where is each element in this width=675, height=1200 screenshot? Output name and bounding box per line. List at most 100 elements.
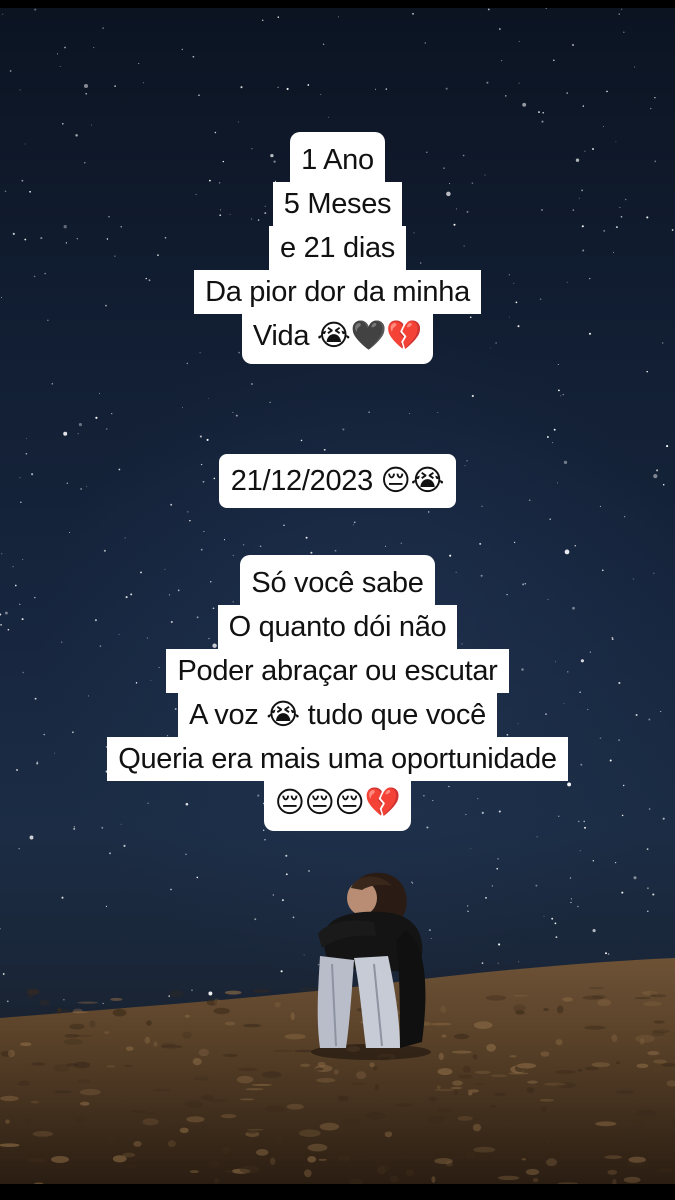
sand-speck <box>26 988 40 996</box>
sand-speck <box>394 1103 414 1107</box>
sand-speck <box>615 1061 621 1065</box>
star <box>181 48 183 51</box>
sand-speck <box>546 1158 557 1167</box>
sand-speck <box>635 1109 658 1118</box>
sand-speck <box>377 1166 387 1175</box>
star <box>281 899 284 902</box>
sand-speck <box>634 996 652 1000</box>
star <box>105 905 108 908</box>
sand-speck <box>224 990 242 995</box>
star <box>0 928 1 930</box>
sand-speck <box>270 1157 276 1165</box>
star <box>633 876 637 880</box>
sand-speck <box>337 1095 349 1102</box>
sand-speck <box>5 1119 10 1124</box>
sand-speck <box>453 1090 458 1096</box>
sand-speck <box>633 1119 646 1126</box>
sand-speck <box>607 1137 629 1141</box>
sand-speck <box>450 1086 463 1090</box>
sand-speck <box>223 1053 238 1058</box>
sand-speck <box>0 1143 20 1147</box>
sand-speck <box>556 1005 564 1014</box>
sand-speck <box>515 1010 525 1015</box>
sand-speck <box>341 1119 360 1126</box>
sand-speck <box>473 1021 493 1029</box>
star <box>479 542 482 545</box>
star <box>285 854 288 857</box>
sand-speck <box>213 1007 230 1015</box>
sand-speck <box>350 1082 365 1085</box>
star <box>192 55 195 58</box>
sand-speck <box>27 1158 47 1163</box>
sand-speck <box>458 1074 473 1079</box>
star <box>285 873 288 876</box>
sand-speck <box>299 1129 321 1137</box>
star <box>564 549 570 555</box>
sand-speck <box>369 1062 375 1068</box>
story-screen[interactable]: 1 Ano 5 Meses e 21 dias Da pior dor da m… <box>0 0 675 1200</box>
sand-speck <box>333 1069 339 1075</box>
sand-speck <box>577 1068 583 1072</box>
text-line: Queria era mais uma oportunidade <box>107 737 568 781</box>
sand-speck <box>532 1178 539 1183</box>
sand-speck <box>142 1118 159 1126</box>
sand-speck <box>179 1127 189 1133</box>
star <box>513 541 516 544</box>
star <box>553 59 555 62</box>
star <box>19 89 21 91</box>
star <box>232 411 234 413</box>
sand-speck <box>317 1061 326 1067</box>
sand-speck <box>69 1023 85 1030</box>
star <box>571 43 575 47</box>
star <box>138 63 140 64</box>
sand-speck <box>365 1112 386 1120</box>
sand-speck <box>213 1178 220 1184</box>
sand-speck <box>650 994 667 998</box>
sand-speck <box>512 994 529 997</box>
star <box>18 848 20 850</box>
star <box>385 88 388 90</box>
sand-speck <box>315 1067 324 1071</box>
sand-speck <box>394 1155 416 1158</box>
sand-speck <box>65 1063 79 1067</box>
star <box>424 42 426 44</box>
sand-speck <box>110 997 123 1001</box>
star <box>323 448 326 451</box>
sand-speck <box>51 1156 69 1163</box>
sand-speck <box>318 1158 327 1161</box>
sitting-person-figure <box>311 872 431 1060</box>
star <box>485 897 487 899</box>
sand-speck <box>474 1083 486 1086</box>
sand-speck <box>472 1123 482 1132</box>
star <box>409 412 411 414</box>
star <box>592 929 596 933</box>
star <box>618 13 620 15</box>
sand-speck <box>112 1008 127 1017</box>
sand-speck <box>275 1136 284 1145</box>
sand-speck <box>657 1168 673 1173</box>
sand-speck <box>224 1021 236 1026</box>
star <box>106 428 108 430</box>
star <box>223 539 226 541</box>
star <box>61 896 64 899</box>
star <box>646 848 649 850</box>
sand-speck <box>224 1170 234 1173</box>
star <box>328 116 330 118</box>
sand-speck <box>647 1051 660 1056</box>
star <box>650 107 652 110</box>
sand-speck <box>452 1080 463 1086</box>
star <box>196 876 199 879</box>
sand-speck <box>597 999 612 1007</box>
star <box>207 397 209 399</box>
star <box>259 545 262 547</box>
star <box>95 416 98 419</box>
sand-speck <box>20 1042 32 1046</box>
sand-speck <box>428 1117 444 1124</box>
sand-speck <box>198 1048 209 1057</box>
sand-speck <box>555 1039 563 1046</box>
sand-speck <box>584 1025 606 1030</box>
star <box>582 105 584 107</box>
sand-speck <box>30 1100 40 1104</box>
sand-speck <box>169 990 184 998</box>
star <box>277 86 279 89</box>
